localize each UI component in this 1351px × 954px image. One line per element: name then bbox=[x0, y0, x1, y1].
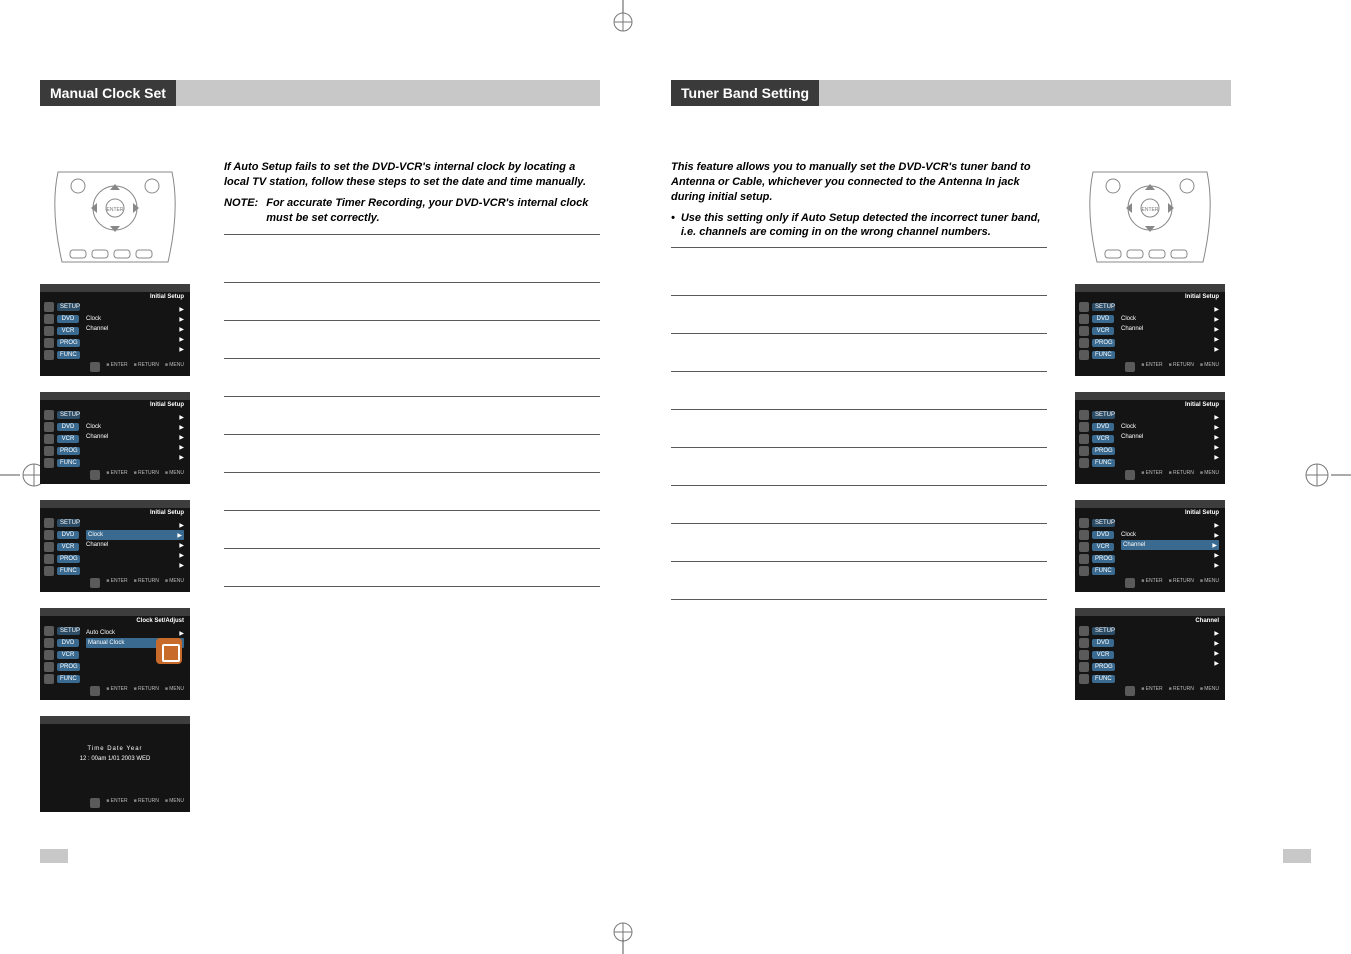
left-page: Manual Clock Set ENTER bbox=[40, 80, 600, 812]
right-title-bar: Tuner Band Setting bbox=[671, 80, 1231, 106]
osd-right-channel: Channel SETUP DVD VCR PROG FUNC ▶ ▶ ▶ bbox=[1075, 608, 1225, 700]
left-title: Manual Clock Set bbox=[40, 80, 176, 106]
right-title: Tuner Band Setting bbox=[671, 80, 819, 106]
calendar-icon bbox=[156, 638, 182, 664]
right-title-filler bbox=[819, 80, 1231, 106]
exit-icon bbox=[90, 362, 100, 372]
clock-icon bbox=[44, 338, 54, 348]
osd-screenshot-1: Initial Setup SETUP DVD VCR PROG FUNC ▶ … bbox=[40, 284, 190, 376]
osd-screenshot-2: Initial Setup SETUP DVD VCR PROG FUNC ▶ … bbox=[40, 392, 190, 484]
svg-text:ENTER: ENTER bbox=[1142, 207, 1159, 213]
left-text-column: If Auto Setup fails to set the DVD-VCR's… bbox=[224, 160, 600, 812]
footer-accent-left bbox=[40, 849, 68, 863]
left-note: NOTE: For accurate Timer Recording, your… bbox=[224, 196, 600, 226]
left-intro: If Auto Setup fails to set the DVD-VCR's… bbox=[224, 160, 600, 190]
note-body: For accurate Timer Recording, your DVD-V… bbox=[266, 196, 600, 226]
osd-screenshot-clock-adjust: Clock Set/Adjust SETUP DVD VCR PROG FUNC… bbox=[40, 608, 190, 700]
osd-screenshot-3: Initial Setup SETUP DVD VCR PROG FUNC ▶ … bbox=[40, 500, 190, 592]
registration-mark-right-icon bbox=[1297, 448, 1351, 502]
osd-right-1: Initial Setup SETUP DVD VCR PROG FUNC ▶ … bbox=[1075, 284, 1225, 376]
osd1-title: Initial Setup bbox=[150, 294, 184, 300]
bullet-icon: • bbox=[671, 211, 675, 241]
page: Manual Clock Set ENTER bbox=[0, 0, 1351, 954]
right-image-column: ENTER Init bbox=[1075, 160, 1231, 700]
tape-icon bbox=[44, 326, 54, 336]
note-label: NOTE: bbox=[224, 196, 258, 226]
remote-illustration: ENTER bbox=[40, 160, 190, 268]
left-title-filler bbox=[176, 80, 600, 106]
binding-top-icon bbox=[593, 0, 653, 34]
left-image-column: ENTER Init bbox=[40, 160, 196, 812]
disc-icon bbox=[44, 314, 54, 324]
right-page: Tuner Band Setting This feature allows y… bbox=[671, 80, 1231, 700]
gear-icon bbox=[44, 302, 54, 312]
osd4-title: Clock Set/Adjust bbox=[136, 618, 184, 624]
left-title-bar: Manual Clock Set bbox=[40, 80, 600, 106]
right-bullet-text: Use this setting only if Auto Setup dete… bbox=[681, 211, 1047, 241]
osd-right-2: Initial Setup SETUP DVD VCR PROG FUNC ▶ … bbox=[1075, 392, 1225, 484]
manual-clock-header: Time Date Year bbox=[87, 746, 142, 752]
right-bullet: • Use this setting only if Auto Setup de… bbox=[671, 211, 1047, 241]
right-step-lines bbox=[671, 258, 1047, 600]
svg-text:ENTER: ENTER bbox=[107, 207, 124, 213]
footer-accent-right bbox=[1283, 849, 1311, 863]
osd3-title: Initial Setup bbox=[150, 510, 184, 516]
right-text-column: This feature allows you to manually set … bbox=[671, 160, 1047, 700]
osd-screenshot-manual-clock: Time Date Year 12 : 00am 1/01 2003 WED E… bbox=[40, 716, 190, 812]
manual-clock-value: 12 : 00am 1/01 2003 WED bbox=[80, 756, 151, 762]
left-step-lines bbox=[224, 245, 600, 587]
osd2-title: Initial Setup bbox=[150, 402, 184, 408]
binding-bottom-icon bbox=[593, 920, 653, 954]
osd-right-3: Initial Setup SETUP DVD VCR PROG FUNC ▶ … bbox=[1075, 500, 1225, 592]
right-intro: This feature allows you to manually set … bbox=[671, 160, 1047, 205]
remote-illustration-right: ENTER bbox=[1075, 160, 1225, 268]
func-icon bbox=[44, 350, 54, 360]
